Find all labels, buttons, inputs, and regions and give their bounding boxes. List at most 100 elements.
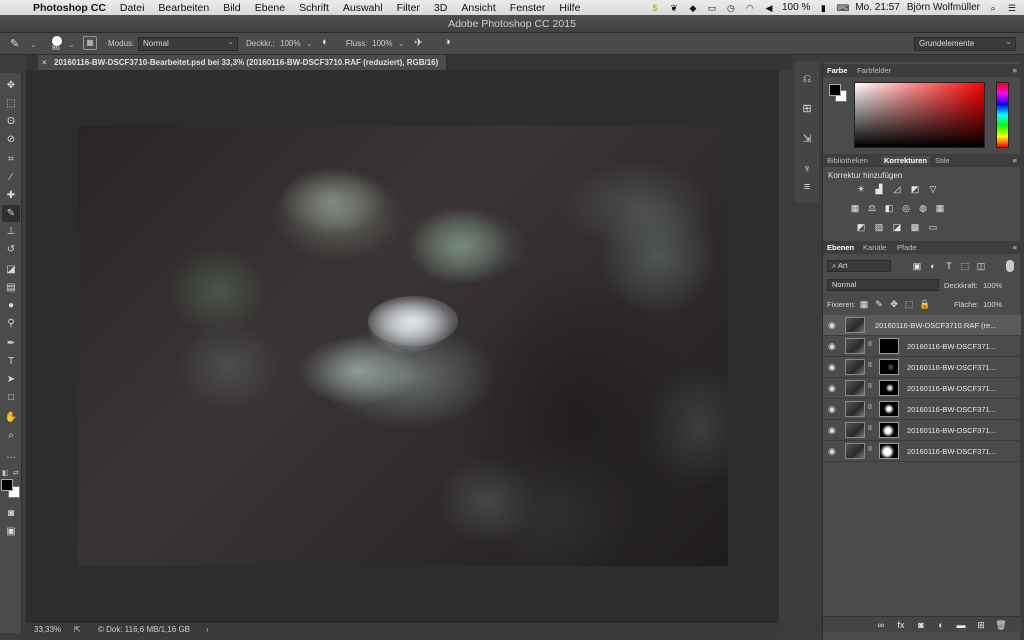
brush-panel-icon[interactable]: ▦ (83, 36, 97, 50)
layer-row[interactable]: ◉ 8 20160116-BW-DSCF371... (823, 336, 1021, 357)
keyboard-icon[interactable]: ⌨ (836, 3, 849, 13)
visibility-eye-icon[interactable]: ◉ (828, 425, 836, 436)
opacity-value[interactable]: 100% (983, 281, 1002, 290)
deckkr-value[interactable]: 100% (280, 39, 300, 48)
posterize-icon[interactable]: ▨ (873, 222, 885, 233)
layer-filter-select[interactable]: ⌕ Art (827, 260, 891, 272)
menu-fenster[interactable]: Fenster (503, 2, 553, 14)
menu-filter[interactable]: Filter (390, 2, 427, 14)
volume-icon[interactable]: ◀ (763, 3, 775, 13)
panel-foreground-swatch[interactable] (829, 84, 841, 96)
photo-filter-icon[interactable]: ◎ (900, 203, 912, 214)
type-icon[interactable]: T (2, 353, 20, 370)
tab-bibliotheken[interactable]: Bibliotheken (827, 156, 868, 165)
tool-preset-dropdown-icon[interactable]: ⌄ (30, 40, 37, 49)
layer-row[interactable]: ◉ 8 20160116-BW-DSCF371... (823, 420, 1021, 441)
status-menu-arrow-icon[interactable]: › (206, 623, 209, 636)
filter-shape-icon[interactable]: ⬚ (959, 261, 971, 272)
tab-stile[interactable]: Stile (935, 156, 950, 165)
brush-tool-icon[interactable]: ✎ (10, 37, 19, 50)
workspace-select[interactable]: Grundelemente (914, 36, 1016, 51)
menu-ansicht[interactable]: Ansicht (454, 2, 502, 14)
lock-transparent-icon[interactable]: ▦ (858, 299, 870, 310)
lock-all-icon[interactable]: 🔒 (919, 299, 931, 310)
color-spectrum[interactable] (854, 82, 985, 148)
new-adjustment-icon[interactable]: ◐ (935, 620, 947, 631)
airbrush-icon[interactable]: ✈ (414, 36, 423, 49)
visibility-eye-icon[interactable]: ◉ (828, 341, 836, 352)
visibility-eye-icon[interactable]: ◉ (828, 362, 836, 373)
tab-kanaele[interactable]: Kanäle (863, 243, 886, 252)
selective-color-icon[interactable]: ▩ (909, 222, 921, 233)
mask-link-icon[interactable]: 8 (868, 362, 872, 369)
battery-icon[interactable]: ▮ (817, 3, 829, 13)
color-panel-menu-icon[interactable]: ≡ (1013, 66, 1017, 75)
display-icon[interactable]: ▭ (706, 3, 718, 13)
clock[interactable]: Mo. 21:57 (855, 2, 899, 13)
adjustments-panel-menu-icon[interactable]: ≡ (1013, 156, 1017, 165)
tool-presets-icon[interactable]: ♆ (800, 162, 814, 176)
spotlight-icon[interactable]: ⌕ (987, 3, 999, 13)
layer-row[interactable]: ◉ 8 20160116-BW-DSCF371... (823, 399, 1021, 420)
tab-farbfelder[interactable]: Farbfelder (857, 66, 891, 75)
blur-icon[interactable]: ● (2, 297, 20, 314)
actions-panel-icon[interactable]: ⇲ (800, 132, 814, 146)
visibility-eye-icon[interactable]: ◉ (828, 383, 836, 394)
tab-pfade[interactable]: Pfade (897, 243, 917, 252)
marquee-icon[interactable]: ⬚ (2, 95, 20, 112)
menu-auswahl[interactable]: Auswahl (336, 2, 390, 14)
filter-pixel-icon[interactable]: ▣ (911, 261, 923, 272)
mask-link-icon[interactable]: 8 (868, 425, 872, 432)
properties-panel-icon[interactable]: ⊞ (800, 102, 814, 116)
screen-mode-icon[interactable]: ▣ (2, 523, 20, 540)
time-machine-icon[interactable]: ◷ (725, 3, 737, 13)
mask-link-icon[interactable]: 8 (868, 446, 872, 453)
evernote-icon[interactable]: ❦ (668, 3, 680, 13)
visibility-eye-icon[interactable]: ◉ (828, 404, 836, 415)
new-group-icon[interactable]: ▬ (955, 620, 967, 631)
quick-mask-icon[interactable]: ◙ (2, 505, 20, 522)
filter-type-icon[interactable]: T (943, 261, 955, 272)
lock-position-icon[interactable]: ✥ (888, 299, 900, 310)
notification-icon[interactable]: ☰ (1006, 3, 1018, 13)
lasso-icon[interactable]: ʘ (2, 113, 20, 130)
color-lookup-icon[interactable]: ▦ (934, 203, 946, 214)
menu-bild[interactable]: Bild (216, 2, 248, 14)
filter-smart-object-icon[interactable]: ◫ (975, 261, 987, 272)
close-tab-icon[interactable]: × (42, 55, 47, 70)
mask-link-icon[interactable]: 8 (868, 383, 872, 390)
dropbox-icon[interactable]: ◆ (687, 3, 699, 13)
move-icon[interactable]: ✥ (2, 77, 20, 94)
visibility-eye-icon[interactable]: ◉ (828, 446, 836, 457)
rectangle-icon[interactable]: □ (2, 389, 20, 406)
export-icon[interactable]: ⇱ (74, 623, 81, 636)
quick-select-icon[interactable]: ⊘ (2, 131, 20, 148)
canvas-area[interactable] (26, 70, 779, 623)
layer-row[interactable]: ◉ 8 20160116-BW-DSCF371... (823, 441, 1021, 462)
deckkr-dropdown-icon[interactable]: ⌄ (306, 39, 313, 48)
foreground-color-swatch[interactable] (1, 479, 13, 491)
curves-icon[interactable]: ◿ (891, 184, 903, 195)
layer-mask-thumbnail[interactable] (879, 443, 899, 459)
menu-3d[interactable]: 3D (427, 2, 454, 14)
visibility-eye-icon[interactable]: ◉ (828, 320, 836, 331)
layer-mask-thumbnail[interactable] (879, 359, 899, 375)
layer-row[interactable]: ◉ 20160116-BW-DSCF3710.RAF (re... (823, 315, 1021, 336)
pressure-opacity-icon[interactable]: ◐ (322, 36, 329, 48)
adjustment-sliders-icon[interactable]: ≡ (800, 180, 814, 194)
hand-icon[interactable]: ✋ (2, 409, 20, 426)
layer-mask-thumbnail[interactable] (879, 380, 899, 396)
hue-slider[interactable] (996, 82, 1009, 148)
tab-ebenen[interactable]: Ebenen (827, 243, 854, 252)
filter-toggle[interactable] (1006, 260, 1014, 272)
layer-mask-thumbnail[interactable] (879, 401, 899, 417)
wifi-icon[interactable]: ◠ (744, 3, 756, 13)
color-balance-icon[interactable]: ⚖ (866, 203, 878, 214)
stamp-icon[interactable]: ⊥ (2, 223, 20, 240)
vibrance-icon[interactable]: ▽ (927, 184, 939, 195)
threshold-icon[interactable]: ◪ (891, 222, 903, 233)
dodge-icon[interactable]: ⚲ (2, 315, 20, 332)
default-colors-icon[interactable]: ◧ (2, 469, 9, 477)
mask-link-icon[interactable]: 8 (868, 404, 872, 411)
fluss-dropdown-icon[interactable]: ⌄ (398, 39, 405, 48)
